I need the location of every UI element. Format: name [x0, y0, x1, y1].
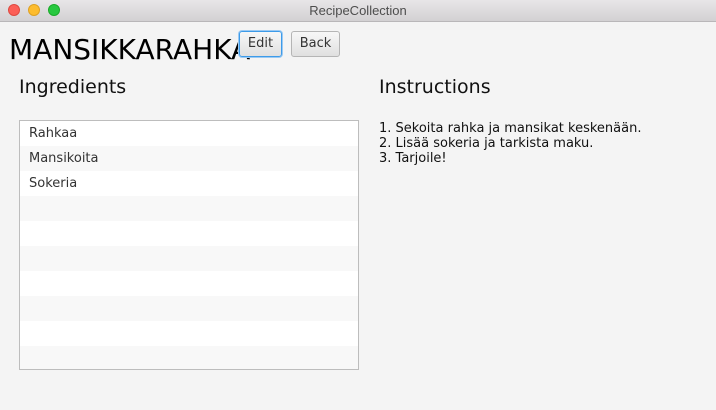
- instruction-line: 3. Tarjoile!: [379, 151, 447, 166]
- list-item-empty[interactable]: [20, 196, 358, 221]
- list-item-empty[interactable]: [20, 246, 358, 271]
- list-item[interactable]: Rahkaa: [20, 121, 358, 146]
- instruction-line: 2. Lisää sokeria ja tarkista maku.: [379, 136, 594, 151]
- list-item-empty[interactable]: [20, 271, 358, 296]
- list-item-empty[interactable]: [20, 321, 358, 346]
- list-item[interactable]: Sokeria: [20, 171, 358, 196]
- app-window: RecipeCollection MANSIKKARAHKA Edit Back…: [0, 0, 716, 410]
- list-item-empty[interactable]: [20, 296, 358, 321]
- instructions-text: 1. Sekoita rahka ja mansikat keskenään. …: [379, 121, 699, 166]
- list-item[interactable]: Mansikoita: [20, 146, 358, 171]
- instruction-line: 1. Sekoita rahka ja mansikat keskenään.: [379, 121, 642, 136]
- back-button[interactable]: Back: [291, 31, 340, 57]
- ingredients-list[interactable]: Rahkaa Mansikoita Sokeria: [19, 120, 359, 370]
- list-item-empty[interactable]: [20, 346, 358, 369]
- title-bar[interactable]: RecipeCollection: [0, 0, 716, 22]
- list-item-empty[interactable]: [20, 221, 358, 246]
- recipe-title: MANSIKKARAHKA: [9, 33, 251, 66]
- window-title: RecipeCollection: [309, 3, 407, 18]
- instructions-heading: Instructions: [379, 76, 491, 98]
- ingredients-heading: Ingredients: [19, 76, 127, 98]
- edit-button[interactable]: Edit: [239, 31, 282, 57]
